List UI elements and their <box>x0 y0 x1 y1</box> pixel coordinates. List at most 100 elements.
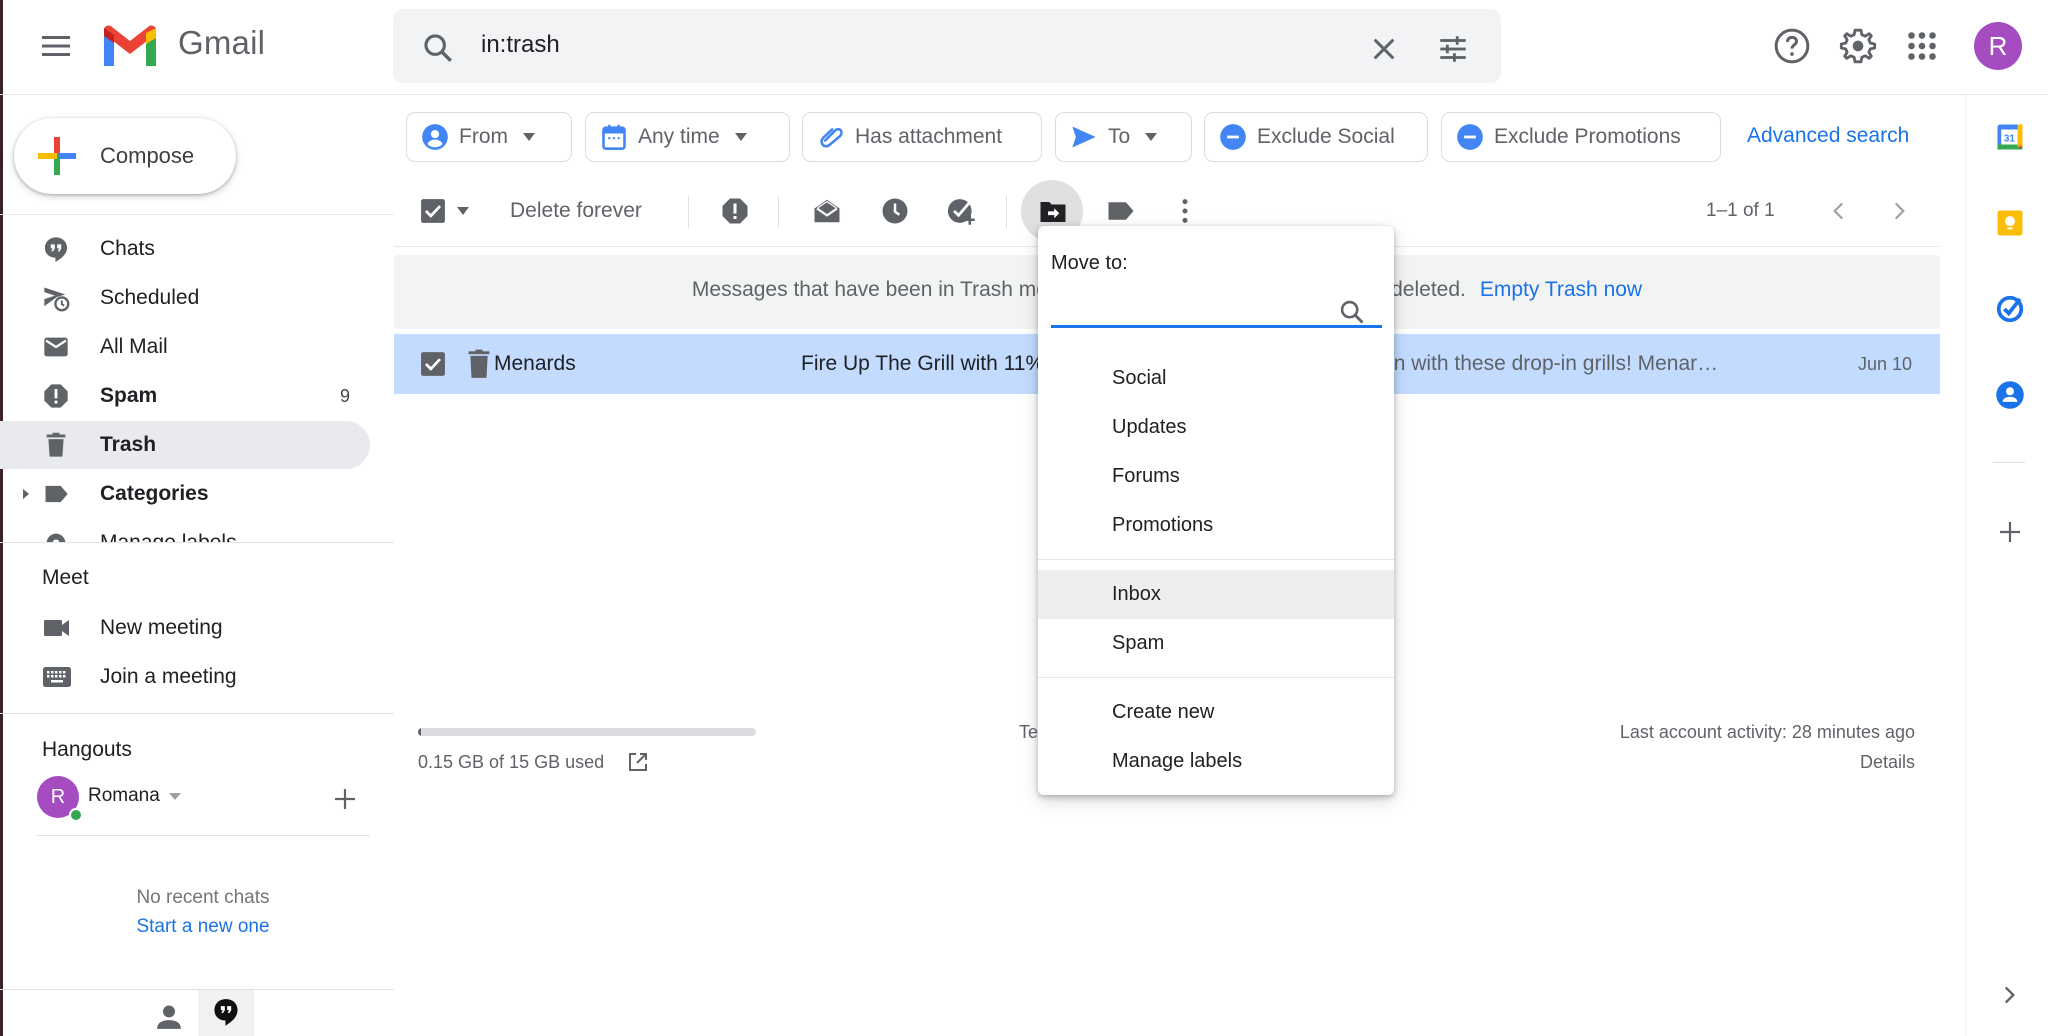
google-tasks-icon[interactable] <box>1995 294 2025 324</box>
filter-chip-exclude-social[interactable]: Exclude Social <box>1204 112 1428 162</box>
more-options-icon[interactable] <box>1170 196 1200 226</box>
manage-labels[interactable]: Manage labels <box>1038 737 1394 786</box>
google-calendar-icon[interactable]: 31 <box>1995 122 2025 152</box>
all-mail-icon <box>44 337 68 357</box>
online-status-dot <box>69 808 83 822</box>
new-chat-plus-icon[interactable] <box>332 786 358 812</box>
gear-icon <box>46 533 66 542</box>
last-activity-text: Last account activity: 28 minutes ago <box>1619 722 1915 742</box>
sidebar-item-label: Chats <box>100 237 155 260</box>
move-to-updates[interactable]: Updates <box>1038 403 1394 452</box>
trash-icon <box>468 349 490 378</box>
status-dropdown-icon[interactable] <box>169 793 181 801</box>
chip-label: From <box>459 125 508 148</box>
google-keep-icon[interactable] <box>1995 208 2025 238</box>
toolbar-separator <box>778 196 779 228</box>
sidebar-item-categories[interactable]: Categories <box>0 470 370 518</box>
sidebar-item-label: Trash <box>100 433 157 456</box>
expand-arrow-icon[interactable] <box>20 488 32 500</box>
sidebar-item-chats[interactable]: Chats <box>0 225 370 273</box>
google-apps-icon <box>1908 32 1936 60</box>
sidebar-item-all-mail[interactable]: All Mail <box>0 323 370 371</box>
search-options-button[interactable] <box>1436 32 1470 66</box>
move-to-inbox[interactable]: Inbox <box>1038 570 1394 619</box>
contacts-tab[interactable] <box>150 998 188 1036</box>
move-to-spam[interactable]: Spam <box>1038 619 1394 668</box>
keyboard-icon <box>43 667 71 687</box>
delete-forever-button[interactable]: Delete forever <box>510 199 642 223</box>
filter-chip-has-attachment[interactable]: Has attachment <box>802 112 1042 162</box>
open-in-new-icon[interactable] <box>626 750 650 774</box>
email-sender: Menards <box>494 352 576 375</box>
move-to-search-input[interactable] <box>1051 286 1382 328</box>
chip-label: Has attachment <box>855 125 1003 148</box>
email-checkbox[interactable] <box>420 351 446 377</box>
sidebar-item-manage-labels[interactable]: Manage labels <box>0 519 370 542</box>
move-to-social[interactable]: Social <box>1038 354 1394 403</box>
start-new-chat-link[interactable]: Start a new one <box>0 916 406 938</box>
google-contacts-icon[interactable] <box>1995 380 2025 410</box>
menu-item-label: Create new <box>1112 701 1215 723</box>
unread-count: 9 <box>340 385 351 406</box>
help-button[interactable] <box>1772 26 1812 66</box>
send-icon <box>1072 126 1096 148</box>
join-meeting-button[interactable]: Join a meeting <box>0 654 394 700</box>
move-to-promotions[interactable]: Promotions <box>1038 501 1394 550</box>
filter-chip-exclude-promotions[interactable]: Exclude Promotions <box>1441 112 1721 162</box>
select-all-checkbox[interactable] <box>420 198 446 224</box>
empty-trash-link[interactable]: Empty Trash now <box>1480 278 1642 301</box>
search-icon <box>1340 300 1364 324</box>
google-apps-button[interactable] <box>1904 28 1940 64</box>
sidebar-item-trash[interactable]: Trash <box>0 421 370 469</box>
settings-gear-icon <box>1839 28 1877 64</box>
no-recent-chats-text: No recent chats <box>136 887 270 908</box>
move-to-folder-icon[interactable] <box>1038 197 1068 227</box>
help-icon <box>1774 28 1810 64</box>
filter-chip-to[interactable]: To <box>1055 112 1192 162</box>
menu-separator <box>1038 559 1394 560</box>
filter-chip-any-time[interactable]: Any time <box>585 112 790 162</box>
hangouts-chat-icon <box>214 999 238 1026</box>
right-rail-divider <box>1965 95 1966 1036</box>
select-dropdown-icon[interactable] <box>456 206 470 216</box>
sidebar-divider <box>0 713 394 714</box>
header-divider <box>0 94 2048 95</box>
move-to-forums[interactable]: Forums <box>1038 452 1394 501</box>
mark-as-read-icon[interactable] <box>812 196 842 226</box>
label-as-icon[interactable] <box>1106 196 1136 226</box>
report-spam-icon[interactable] <box>720 196 750 226</box>
new-meeting-button[interactable]: New meeting <box>0 605 394 651</box>
expand-side-panel-icon[interactable] <box>1996 982 2022 1008</box>
filter-chip-from[interactable]: From <box>406 112 572 162</box>
search-button[interactable] <box>421 31 455 65</box>
sidebar-item-label: Spam <box>100 384 158 407</box>
attachment-icon <box>820 127 843 148</box>
account-avatar[interactable]: R <box>1974 22 2022 70</box>
compose-button[interactable]: Compose <box>14 118 236 194</box>
pagination-label: 1–1 of 1 <box>1706 200 1775 221</box>
gmail-logo[interactable] <box>100 24 160 70</box>
settings-button[interactable] <box>1838 26 1878 66</box>
search-input[interactable]: in:trash <box>481 31 560 59</box>
gmail-m-icon <box>104 25 156 66</box>
hangouts-user-name[interactable]: Romana <box>88 785 160 807</box>
get-addons-plus-icon[interactable] <box>1995 517 2025 547</box>
email-date: Jun 10 <box>1858 354 1913 374</box>
sidebar-item-spam[interactable]: Spam 9 <box>0 372 370 420</box>
create-new-label[interactable]: Create new <box>1038 688 1394 737</box>
chats-icon <box>44 237 68 262</box>
terms-link[interactable]: Te <box>1019 722 1038 743</box>
advanced-search-link[interactable]: Advanced search <box>1747 124 1909 148</box>
compose-label: Compose <box>100 143 195 168</box>
snooze-clock-icon[interactable] <box>880 196 910 226</box>
activity-details-link[interactable]: Details <box>1560 752 1915 773</box>
sidebar-item-scheduled[interactable]: Scheduled <box>0 274 370 322</box>
trash-icon <box>46 432 66 457</box>
main-menu-button[interactable] <box>38 28 74 64</box>
sidebar-item-label: All Mail <box>100 335 168 358</box>
add-to-tasks-icon[interactable] <box>946 196 976 226</box>
next-page-icon[interactable] <box>1886 198 1912 224</box>
hangouts-tab[interactable] <box>198 990 254 1036</box>
previous-page-icon[interactable] <box>1826 198 1852 224</box>
clear-search-button[interactable] <box>1368 33 1400 65</box>
